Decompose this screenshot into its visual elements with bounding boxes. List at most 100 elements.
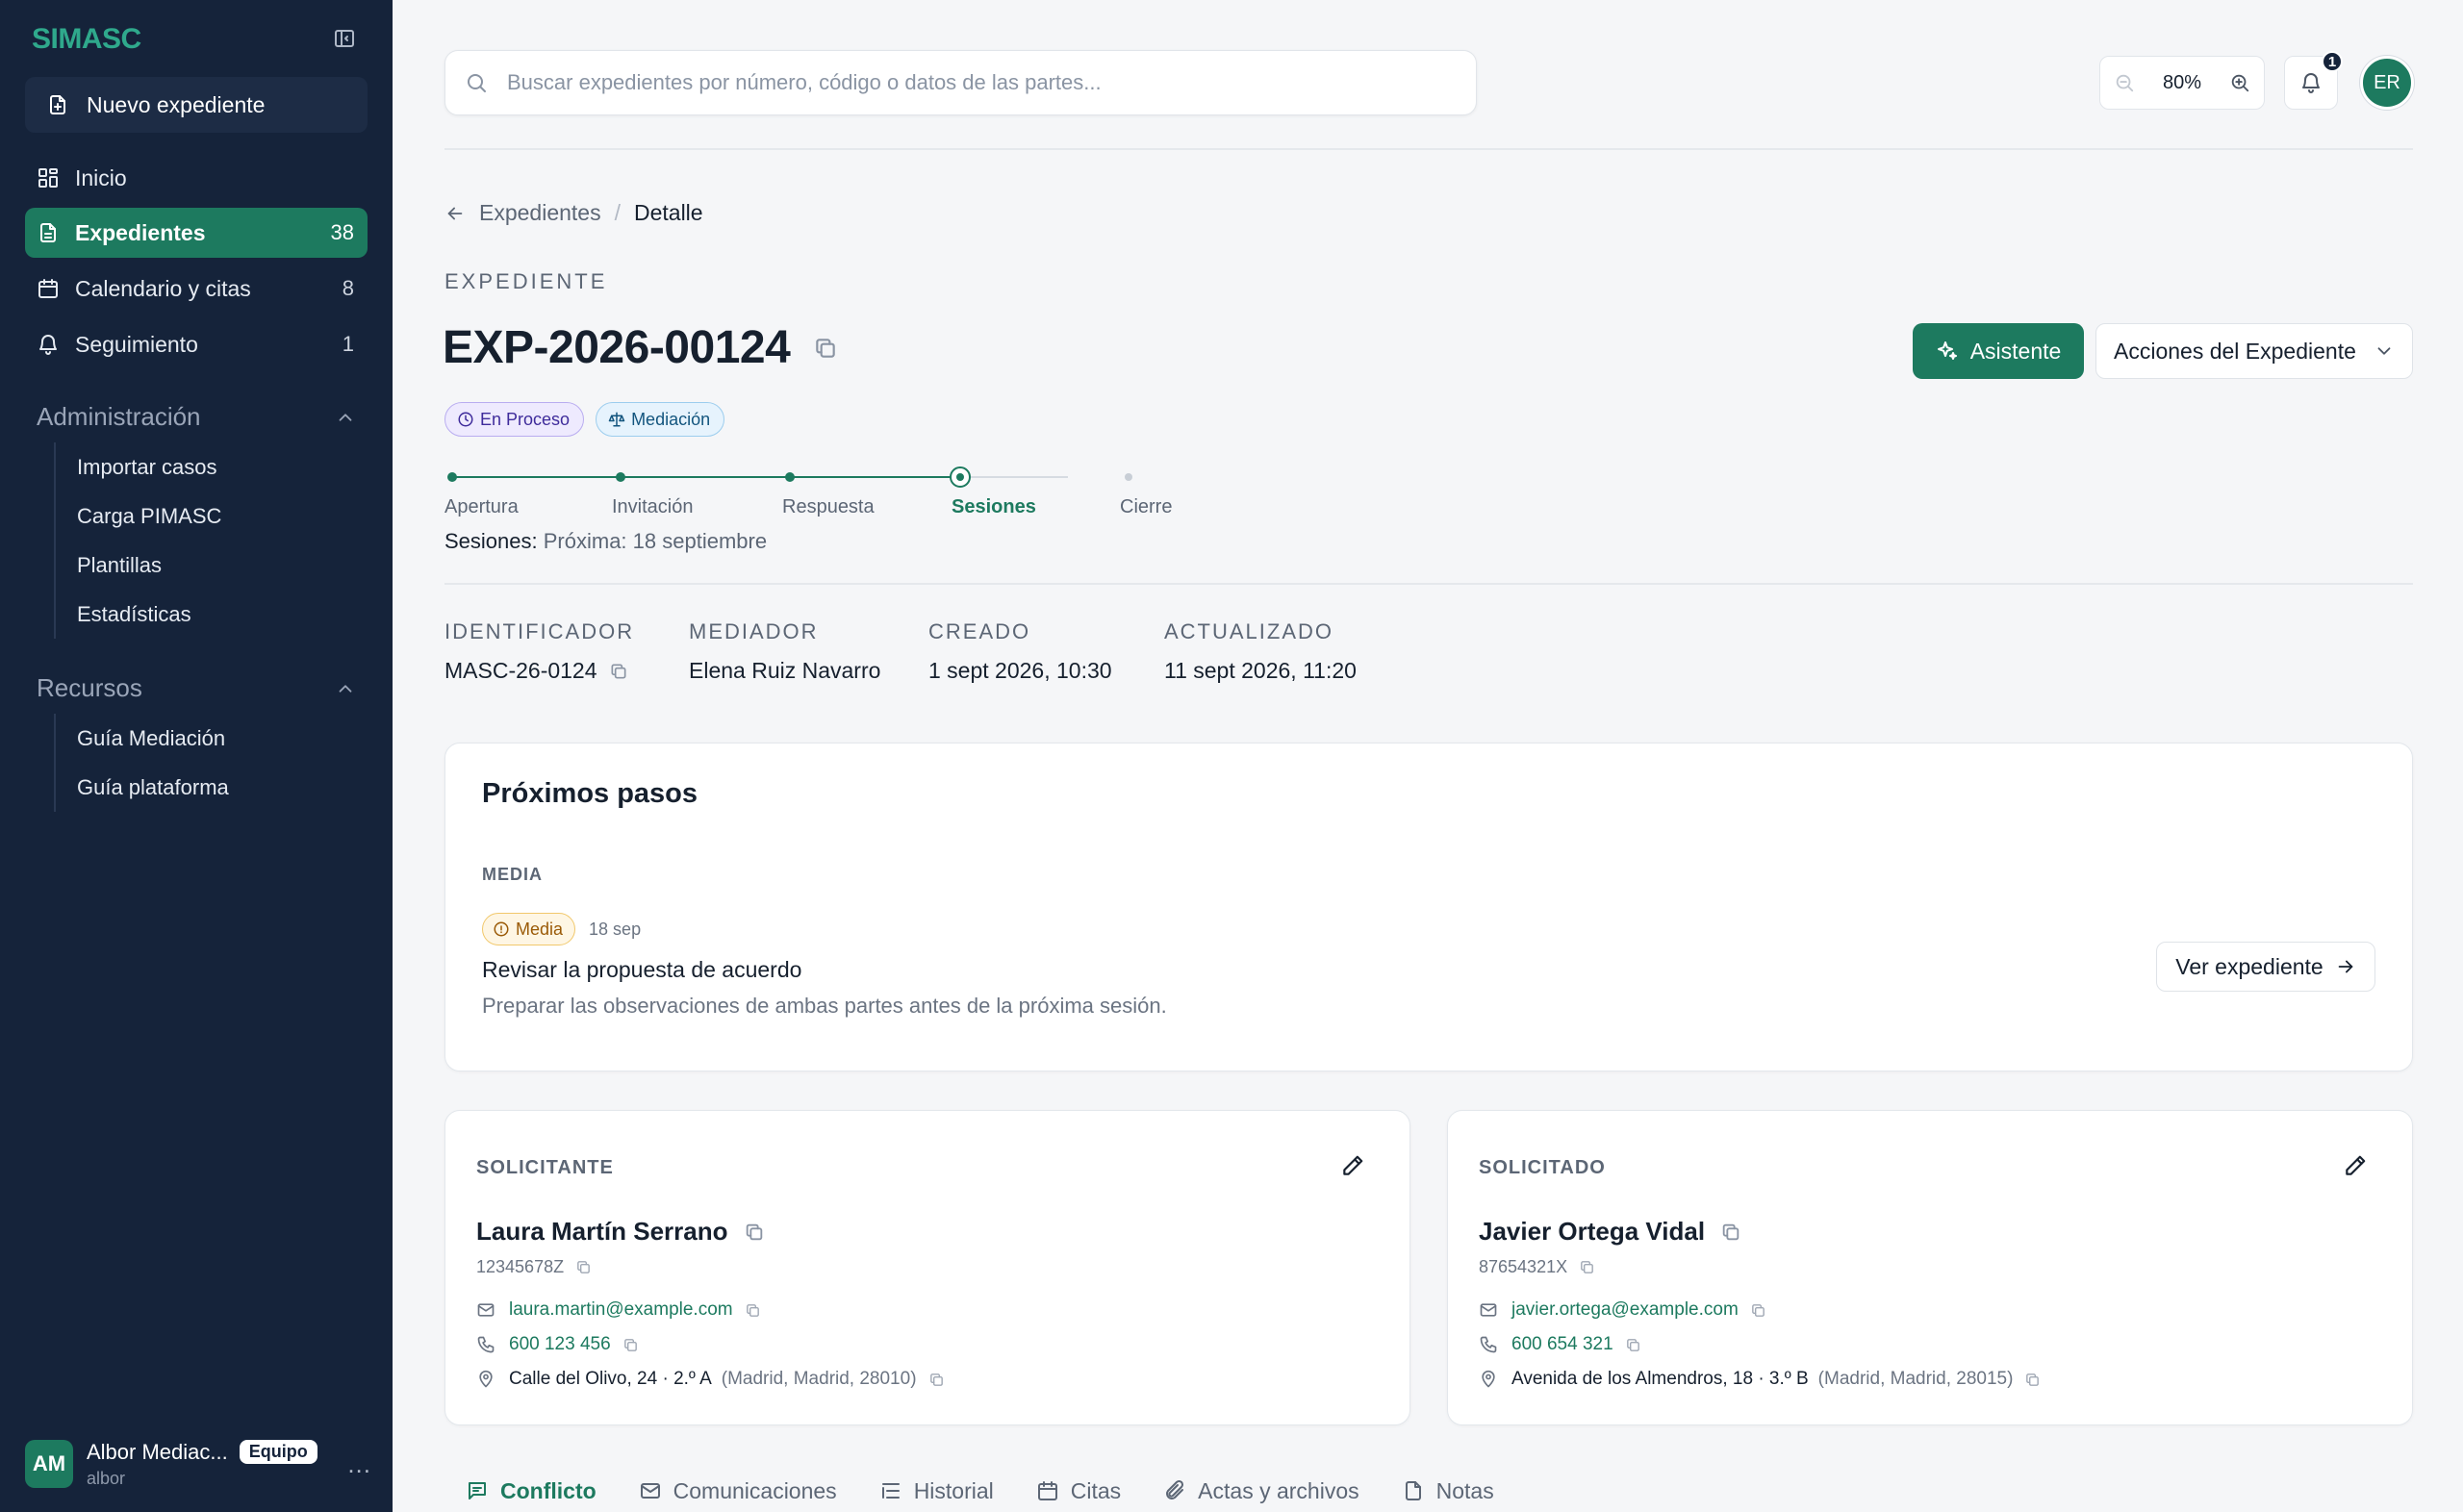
copy-icon[interactable] [1720,1222,1741,1243]
step-dot-respuesta [785,472,795,482]
tab-actas[interactable]: Actas y archivos [1142,1462,1380,1512]
party-id: 12345678Z [476,1257,565,1276]
step-dot-sesiones [950,466,971,488]
section-administracion[interactable]: Administración [37,402,356,432]
step-label[interactable]: Cierre [1120,496,1172,518]
task-date: 18 sep [589,919,642,939]
assistant-button[interactable]: Asistente [1913,323,2084,379]
copy-icon[interactable] [622,1337,639,1353]
step-label[interactable]: Respuesta [782,496,875,518]
paperclip-icon [1166,1479,1184,1499]
party-phone[interactable]: 600 123 456 [509,1334,611,1355]
sidebar-item-guia-plataforma[interactable]: Guía plataforma [56,763,229,812]
view-case-label: Ver expediente [2175,953,2323,979]
party-address: Calle del Olivo, 24 · 2.º A [509,1369,712,1389]
priority-badge-label: Media [516,919,564,939]
page-kicker: EXPEDIENTE [444,269,608,293]
sidebar-item-count: 38 [330,220,354,244]
party-email[interactable]: laura.martin@example.com [509,1299,733,1321]
copy-icon[interactable] [745,1302,761,1319]
notifications-button[interactable]: 1 [2284,51,2343,110]
copy-icon[interactable] [1750,1302,1766,1319]
party-location: (Madrid, Madrid, 28010) [721,1369,917,1389]
party-phone[interactable]: 600 654 321 [1511,1334,1613,1355]
notification-count: 1 [2322,51,2343,72]
pencil-icon[interactable] [2343,1153,2368,1178]
phone-icon [477,1336,495,1353]
copy-icon[interactable] [813,336,838,361]
sidebar-item-carga[interactable]: Carga PIMASC [56,491,221,541]
sidebar-item-seguimiento[interactable]: Seguimiento 1 [25,319,368,369]
copy-icon[interactable] [609,662,628,681]
zoom-control: 80% [2099,56,2265,110]
tab-conflicto[interactable]: Conflicto [444,1462,618,1512]
step-dot-cierre [1125,473,1132,481]
user-name: Albor Mediac... [87,1439,228,1464]
tab-comunicaciones[interactable]: Comunicaciones [618,1462,858,1512]
sidebar-item-label: Calendario y citas [75,275,251,301]
team-badge: Equipo [239,1440,317,1464]
chevron-down-icon [2377,347,2391,355]
zoom-in-icon[interactable] [2229,72,2250,93]
view-case-button[interactable]: Ver expediente [2156,942,2375,992]
copy-icon[interactable] [744,1222,765,1243]
user-avatar[interactable]: ER [2360,56,2414,110]
tab-label: Comunicaciones [673,1477,837,1503]
divider [444,148,2413,150]
message-square-icon [469,1482,486,1499]
more-options-icon[interactable]: ... [347,1449,371,1479]
breadcrumb: Expedientes / Detalle [444,200,703,226]
tab-citas[interactable]: Citas [1015,1462,1142,1512]
status-badges: En Proceso Mediación [444,402,725,437]
copy-icon[interactable] [1579,1259,1595,1275]
meta-key: CREADO [928,619,1031,643]
sidebar-item-calendario[interactable]: Calendario y citas 8 [25,264,368,314]
party-id: 87654321X [1479,1257,1568,1276]
step-label[interactable]: Apertura [444,496,519,518]
sidebar-item-estadisticas[interactable]: Estadísticas [56,590,221,639]
search-input[interactable] [507,70,1431,95]
step-label[interactable]: Invitación [612,496,694,518]
party-name: Javier Ortega Vidal [1479,1217,1706,1246]
sidebar-item-plantillas[interactable]: Plantillas [56,541,221,590]
step-note: Sesiones: Próxima: 18 septiembre [444,529,767,554]
pencil-icon[interactable] [1340,1153,1365,1178]
tab-historial[interactable]: Historial [858,1462,1015,1512]
copy-icon[interactable] [1625,1337,1641,1353]
party-email[interactable]: javier.ortega@example.com [1511,1299,1739,1321]
breadcrumb-parent[interactable]: Expedientes [479,200,601,226]
sidebar-item-expedientes[interactable]: Expedientes 38 [25,208,368,258]
arrow-left-icon[interactable] [444,203,466,224]
case-number: EXP-2026-00124 [443,322,791,373]
resources-submenu: Guía Mediación Guía plataforma [54,714,229,812]
sidebar-item-inicio[interactable]: Inicio [25,153,368,203]
sidebar-collapse-icon[interactable] [333,27,356,50]
list-icon [881,1483,900,1499]
party-name: Laura Martín Serrano [476,1217,728,1246]
mail-icon [1480,1303,1497,1317]
copy-icon[interactable] [575,1259,592,1275]
tab-notas[interactable]: Notas [1381,1462,1515,1512]
copy-icon[interactable] [2024,1372,2041,1388]
applicant-card: SOLICITANTE Laura Martín Serrano 1234567… [444,1110,1410,1425]
bell-icon [2302,73,2320,93]
zoom-out-icon[interactable] [2114,72,2135,93]
meta-identificador: IDENTIFICADOR MASC-26-0124 [444,619,634,684]
case-actions-dropdown[interactable]: Acciones del Expediente [2095,323,2413,379]
chevron-up-icon [339,684,352,693]
copy-icon[interactable] [928,1372,945,1388]
tab-label: Citas [1070,1477,1122,1503]
party-role: SOLICITADO [1479,1157,1606,1178]
tab-label: Actas y archivos [1198,1477,1359,1503]
new-case-button[interactable]: Nuevo expediente [25,77,368,133]
user-account[interactable]: AM Albor Mediac... Equipo albor ... [25,1437,371,1491]
brand-logo[interactable]: SIMASC [32,23,141,56]
priority-group-label: MEDIA [482,865,543,884]
mail-icon [640,1483,660,1499]
sidebar-item-guia-mediacion[interactable]: Guía Mediación [56,714,229,763]
sidebar-item-importar[interactable]: Importar casos [56,442,221,491]
step-label-current[interactable]: Sesiones [952,496,1036,518]
section-recursos[interactable]: Recursos [37,673,356,703]
next-steps-card: Próximos pasos MEDIA Media 18 sep Revisa… [444,743,2413,1071]
search-bar[interactable] [444,50,1477,115]
